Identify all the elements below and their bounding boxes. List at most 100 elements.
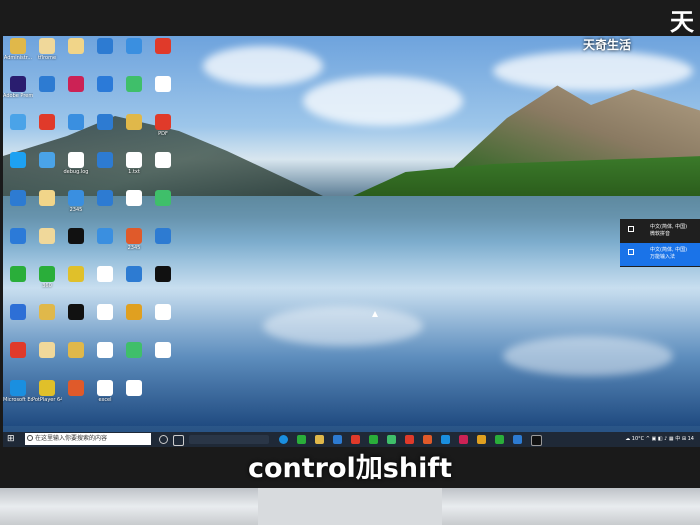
desktop-icon[interactable]: Adobe Premiere — [3, 76, 33, 99]
desktop-icon[interactable]: Microsoft Edge — [3, 380, 33, 403]
app-icon — [126, 228, 142, 244]
wps-icon[interactable] — [423, 435, 432, 444]
app-icon — [39, 380, 55, 396]
desktop-icon[interactable]: 360 — [32, 266, 62, 289]
app-icon — [97, 342, 113, 358]
desktop-icon[interactable] — [32, 342, 62, 359]
desktop-icon[interactable]: 2345 — [61, 190, 91, 213]
app-icon[interactable] — [387, 435, 396, 444]
desktop-icon[interactable] — [90, 266, 120, 283]
desktop-icon[interactable] — [61, 114, 91, 131]
edge-icon[interactable] — [279, 435, 288, 444]
ime-item-microsoft-pinyin[interactable]: 中文(简体, 中国) 微软拼音 — [620, 220, 700, 243]
desktop-icon[interactable] — [3, 190, 33, 207]
desktop-icon-grid: Administr... tflrome Adobe Premiere PDF debu… — [3, 36, 183, 416]
desktop-icon[interactable] — [61, 228, 91, 245]
desktop-icon[interactable] — [148, 152, 178, 169]
desktop-icon[interactable]: excel — [90, 380, 120, 403]
desktop-icon[interactable] — [119, 266, 149, 283]
desktop-icon[interactable] — [90, 38, 120, 55]
desktop-icon[interactable] — [32, 190, 62, 207]
desktop-icon[interactable] — [90, 152, 120, 169]
wechat-icon[interactable] — [369, 435, 378, 444]
cloud-reflection — [263, 306, 423, 346]
desktop-icon[interactable] — [148, 38, 178, 55]
app-icon — [155, 342, 171, 358]
desktop-icon[interactable] — [119, 190, 149, 207]
app-icon — [39, 152, 55, 168]
desktop-icon[interactable] — [3, 304, 33, 321]
desktop-icon[interactable] — [61, 380, 91, 397]
desktop-icon[interactable] — [61, 76, 91, 93]
desktop-icon[interactable] — [3, 114, 33, 131]
desktop-icon[interactable] — [148, 76, 178, 93]
desktop-icon[interactable] — [90, 76, 120, 93]
app-icon[interactable] — [513, 435, 522, 444]
folder-icon[interactable] — [315, 435, 324, 444]
desktop-icon[interactable] — [148, 304, 178, 321]
desktop-icon[interactable] — [3, 342, 33, 359]
app-icon[interactable] — [405, 435, 414, 444]
app-icon[interactable] — [531, 435, 542, 446]
desktop-icon[interactable] — [148, 266, 178, 283]
desktop-icon[interactable] — [119, 76, 149, 93]
desktop-icon[interactable] — [61, 304, 91, 321]
ime-item-wanneng[interactable]: 中文(简体, 中国) 万能输入法 — [620, 243, 700, 266]
desktop-icon[interactable] — [3, 152, 33, 169]
desktop-icon[interactable] — [119, 304, 149, 321]
app-icon[interactable] — [333, 435, 342, 444]
desktop-icon[interactable]: tflrome — [32, 38, 62, 61]
app-icon — [10, 152, 26, 168]
app-icon[interactable] — [459, 435, 468, 444]
taskbar-searchbar-icon[interactable] — [189, 435, 269, 444]
desktop-icon-label: 2345 — [69, 207, 83, 213]
desktop-icon[interactable] — [61, 38, 91, 55]
app-icon[interactable] — [351, 435, 360, 444]
desktop-icon[interactable] — [90, 304, 120, 321]
desktop-icon[interactable]: PDF — [148, 114, 178, 137]
desktop-icon[interactable] — [119, 114, 149, 131]
desktop-icon[interactable] — [90, 190, 120, 207]
desktop-icon[interactable] — [3, 228, 33, 245]
app-icon[interactable] — [495, 435, 504, 444]
task-view-icon[interactable] — [173, 435, 184, 446]
desktop-icon[interactable] — [148, 342, 178, 359]
desktop-icon[interactable] — [119, 380, 149, 397]
desktop-icon-label: tflrome — [37, 55, 57, 61]
tray-icons[interactable]: ^ ▣ ◧ ♪ ▦ 中 ⊞ — [646, 436, 686, 442]
taskbar-search-box[interactable]: 在这里输入你要搜索的内容 — [25, 433, 151, 445]
desktop-icon[interactable] — [32, 114, 62, 131]
desktop-icon[interactable]: 2345 — [119, 228, 149, 251]
app-icon — [39, 228, 55, 244]
desktop-icon[interactable] — [119, 342, 149, 359]
app-icon[interactable] — [477, 435, 486, 444]
desktop-icon[interactable] — [61, 342, 91, 359]
cortana-icon[interactable] — [159, 435, 168, 444]
app-icon — [97, 190, 113, 206]
desktop-icon[interactable]: 1.txt — [119, 152, 149, 175]
app-icon — [68, 266, 84, 282]
desktop-icon[interactable]: PotPlayer 64 bit — [32, 380, 62, 403]
app-icon — [155, 304, 171, 320]
weather-temp[interactable]: 10°C — [632, 436, 644, 442]
app-icon[interactable] — [441, 435, 450, 444]
windows-start-icon[interactable]: ⊞ — [7, 434, 17, 444]
desktop-icon[interactable] — [32, 76, 62, 93]
desktop-icon[interactable] — [32, 304, 62, 321]
desktop-icon[interactable] — [119, 38, 149, 55]
desktop-icon[interactable] — [32, 152, 62, 169]
mouse-cursor — [372, 311, 378, 317]
app-icon — [39, 114, 55, 130]
desktop-icon[interactable] — [148, 190, 178, 207]
desktop-icon[interactable] — [3, 266, 33, 283]
desktop-icon[interactable] — [90, 114, 120, 131]
desktop-icon[interactable] — [90, 228, 120, 245]
app-icon[interactable] — [297, 435, 306, 444]
desktop-icon[interactable] — [32, 228, 62, 245]
desktop-icon[interactable]: Administr... — [3, 38, 33, 61]
desktop-icon[interactable] — [90, 342, 120, 359]
desktop-icon[interactable] — [148, 228, 178, 245]
clock-time[interactable]: 14 — [688, 436, 694, 442]
desktop-icon[interactable]: debug.log — [61, 152, 91, 175]
desktop-icon[interactable] — [61, 266, 91, 283]
